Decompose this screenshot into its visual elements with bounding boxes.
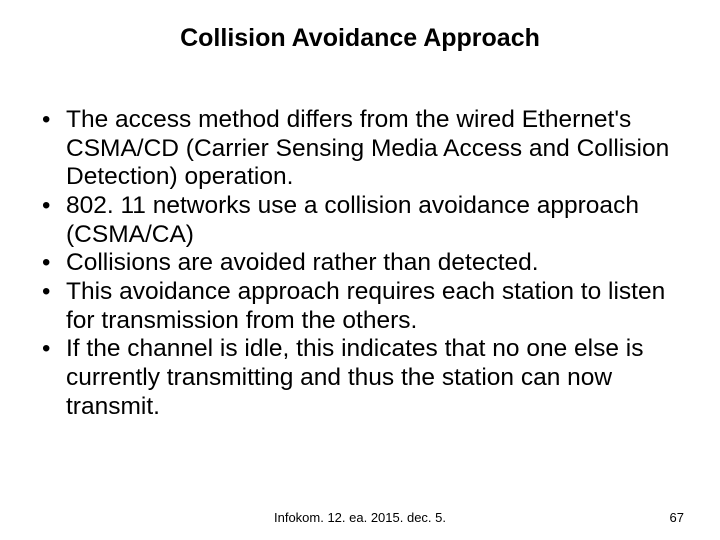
slide-footer: Infokom. 12. ea. 2015. dec. 5. 67 [0,510,720,528]
bullet-list: The access method differs from the wired… [36,106,684,421]
list-item: This avoidance approach requires each st… [36,278,684,335]
bullet-text: If the channel is idle, this indicates t… [66,335,643,419]
list-item: The access method differs from the wired… [36,106,684,192]
slide-title: Collision Avoidance Approach [0,24,720,53]
list-item: Collisions are avoided rather than detec… [36,249,684,278]
page-number: 67 [670,510,684,525]
slide-body: The access method differs from the wired… [36,106,684,421]
bullet-text: The access method differs from the wired… [66,106,669,190]
list-item: 802. 11 networks use a collision avoidan… [36,192,684,249]
footer-center-text: Infokom. 12. ea. 2015. dec. 5. [0,510,720,525]
bullet-text: Collisions are avoided rather than detec… [66,249,539,276]
bullet-text: 802. 11 networks use a collision avoidan… [66,192,639,248]
list-item: If the channel is idle, this indicates t… [36,335,684,421]
bullet-text: This avoidance approach requires each st… [66,278,665,334]
slide: Collision Avoidance Approach The access … [0,0,720,540]
